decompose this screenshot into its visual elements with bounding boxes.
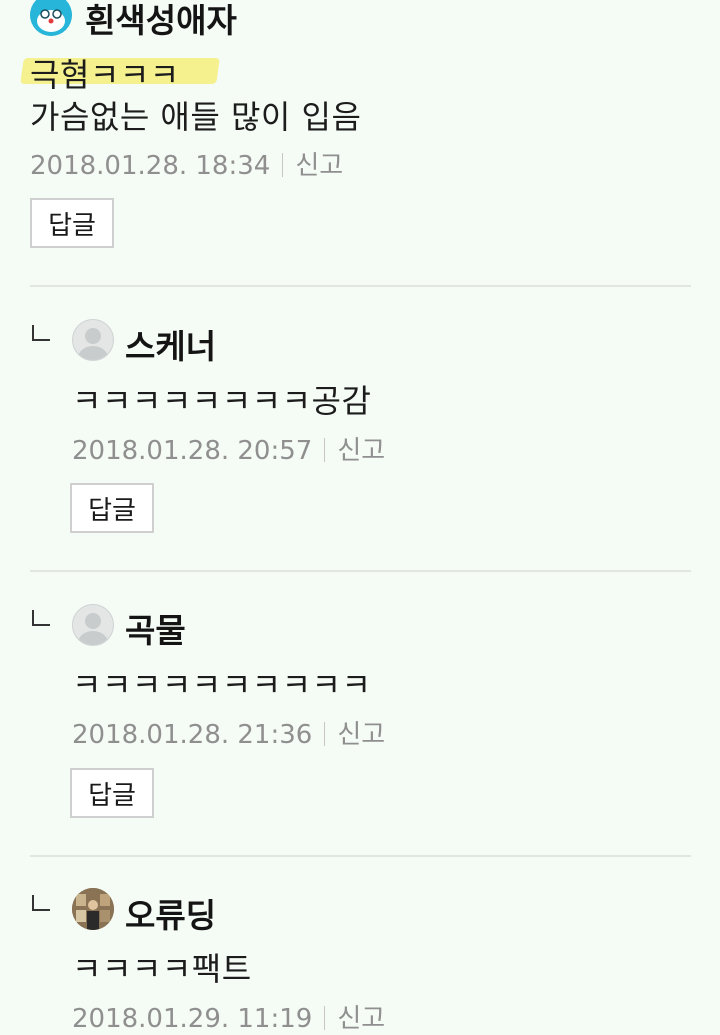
default-user-icon[interactable]: [72, 319, 114, 361]
character-face-icon: [30, 0, 72, 36]
comment-date: 2018.01.28. 18:34: [30, 151, 271, 181]
reply-button[interactable]: 답글: [70, 483, 154, 533]
reply-button[interactable]: 답글: [70, 768, 154, 818]
meta-divider: [324, 722, 326, 746]
avatar-icon[interactable]: [30, 0, 72, 36]
comment-divider: [30, 285, 691, 287]
comment-highlight-text: 극혐ㅋㅋㅋ: [30, 56, 180, 94]
comment-text: ㅋㅋㅋㅋㅋㅋㅋㅋ공감: [72, 382, 372, 420]
report-link[interactable]: 신고: [337, 720, 385, 750]
reply-arrow-icon: [32, 895, 50, 911]
comment-divider: [30, 570, 691, 572]
comment-meta: 2018.01.28. 18:34 신고: [30, 145, 343, 182]
user-silhouette-icon: [78, 328, 108, 360]
comment-date: 2018.01.28. 21:36: [72, 720, 313, 750]
comment-author[interactable]: 곡물: [125, 604, 186, 652]
comment-date: 2018.01.28. 20:57: [72, 436, 313, 466]
user-silhouette-icon: [78, 613, 108, 645]
comment-author[interactable]: 스케너: [125, 320, 216, 368]
comment-author[interactable]: 흰색성애자: [85, 0, 237, 42]
report-link[interactable]: 신고: [295, 151, 343, 181]
meta-divider: [324, 1006, 326, 1030]
meta-divider: [282, 153, 284, 177]
photo-user-icon[interactable]: [72, 888, 114, 930]
default-user-icon[interactable]: [72, 604, 114, 646]
report-link[interactable]: 신고: [337, 1004, 385, 1034]
comment-meta: 2018.01.28. 21:36 신고: [72, 714, 385, 751]
reply-arrow-icon: [32, 325, 50, 341]
comment-meta: 2018.01.28. 20:57 신고: [72, 430, 385, 467]
comment-text: 가슴없는 애들 많이 입음: [30, 98, 362, 136]
comment-text: ㅋㅋㅋㅋㅋㅋㅋㅋㅋㅋ: [72, 666, 372, 704]
comment-text: ㅋㅋㅋㅋ팩트: [72, 950, 252, 988]
comment-divider: [30, 855, 691, 857]
comment-date: 2018.01.29. 11:19: [72, 1004, 313, 1034]
reply-arrow-icon: [32, 610, 50, 626]
reply-button[interactable]: 답글: [30, 198, 114, 248]
user-photo-icon: [72, 888, 114, 930]
report-link[interactable]: 신고: [337, 436, 385, 466]
meta-divider: [324, 438, 326, 462]
comment-author[interactable]: 오류딩: [125, 889, 216, 937]
comment-meta: 2018.01.29. 11:19 신고: [72, 998, 385, 1035]
